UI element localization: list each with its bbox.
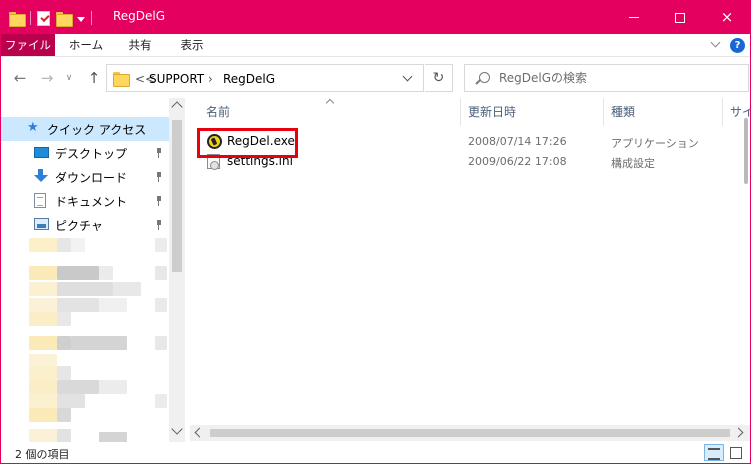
scroll-thumb[interactable] <box>744 118 748 184</box>
file-type: 構成設定 <box>611 157 655 170</box>
file-type: アプリケーション <box>611 137 699 150</box>
up-button[interactable]: ↑ <box>84 68 104 88</box>
column-header-date[interactable]: 更新日時 <box>468 98 516 126</box>
expand-ribbon-chevron-icon[interactable] <box>709 39 723 51</box>
scroll-right-icon[interactable] <box>733 427 744 438</box>
folder-icon <box>113 72 130 87</box>
tab-file[interactable]: ファイル <box>1 34 55 56</box>
close-button[interactable]: × <box>704 1 750 34</box>
tab-share[interactable]: 共有 <box>119 34 161 56</box>
back-button[interactable]: ← <box>10 68 30 88</box>
scroll-down-icon[interactable] <box>171 423 183 435</box>
forward-button[interactable]: → <box>37 68 57 88</box>
window-title: RegDelG <box>113 9 166 23</box>
search-icon <box>479 72 490 83</box>
explorer-window: RegDelG × ファイル ホーム 共有 表示 ? ← → ∨ ↑ << SU… <box>0 0 751 464</box>
pin-icon[interactable] <box>155 220 163 230</box>
pictures-icon <box>34 218 49 230</box>
quick-access-toolbar <box>9 9 92 27</box>
pin-icon[interactable] <box>155 196 163 206</box>
scroll-up-icon[interactable] <box>171 101 183 113</box>
nav-pane-scrollbar[interactable] <box>169 98 185 443</box>
help-icon[interactable]: ? <box>730 38 745 53</box>
file-list-scrollbar[interactable] <box>742 98 750 425</box>
nav-item-label: ピクチャ <box>55 219 103 233</box>
nav-quick-access[interactable]: ★ クイック アクセス <box>1 117 169 141</box>
scroll-thumb[interactable] <box>172 120 182 272</box>
highlight-annotation <box>197 128 298 158</box>
pin-icon[interactable] <box>155 148 163 158</box>
address-dropdown-chevron-icon[interactable] <box>402 73 412 83</box>
address-bar[interactable]: << SUPPORT › RegDelG <box>106 64 424 92</box>
minimize-button[interactable] <box>611 1 657 34</box>
horizontal-scrollbar[interactable] <box>190 425 750 441</box>
column-divider[interactable] <box>460 98 461 126</box>
breadcrumb-regdelg[interactable]: RegDelG <box>223 72 275 86</box>
download-icon <box>34 169 48 183</box>
ribbon-tabs: ファイル ホーム 共有 表示 ? <box>1 34 750 57</box>
details-view-icon[interactable] <box>704 444 724 461</box>
column-divider[interactable] <box>722 98 723 126</box>
sort-ascending-icon <box>326 98 334 106</box>
scroll-left-icon[interactable] <box>194 427 205 438</box>
nav-item-label: ダウンロード <box>55 171 128 185</box>
file-date: 2008/07/14 17:26 <box>468 135 567 148</box>
status-bar: 2 個の項目 <box>1 442 750 463</box>
breadcrumb-support[interactable]: SUPPORT <box>149 72 204 86</box>
item-count: 2 個の項目 <box>15 448 70 461</box>
maximize-button[interactable] <box>657 1 703 34</box>
folder-icon <box>9 11 26 27</box>
column-header-name[interactable]: 名前 <box>206 98 230 126</box>
scroll-thumb[interactable] <box>210 429 730 437</box>
pin-icon[interactable] <box>155 172 163 182</box>
document-icon <box>34 193 46 208</box>
nav-item-label: クイック アクセス <box>47 123 147 137</box>
nav-item-label: ドキュメント <box>55 195 128 209</box>
recent-locations-chevron-icon[interactable]: ∨ <box>62 68 76 88</box>
desktop-icon <box>34 147 49 158</box>
maximize-icon <box>675 12 685 23</box>
tab-home[interactable]: ホーム <box>63 34 109 56</box>
navigation-bar: ← → ∨ ↑ << SUPPORT › RegDelG ↻ <box>1 58 750 98</box>
breadcrumb-separator-icon[interactable]: › <box>208 72 213 86</box>
nav-item-pictures[interactable]: ピクチャ <box>1 213 169 237</box>
customize-toolbar-chevron-icon[interactable] <box>77 17 85 22</box>
file-date: 2009/06/22 17:08 <box>468 155 567 168</box>
column-divider[interactable] <box>603 98 604 126</box>
close-icon: × <box>720 8 734 26</box>
toolbar-divider <box>30 11 31 25</box>
search-input[interactable] <box>499 69 739 87</box>
column-header-type[interactable]: 種類 <box>611 98 635 126</box>
title-bar: RegDelG × <box>1 1 750 34</box>
toolbar-divider <box>91 11 92 25</box>
properties-icon[interactable] <box>37 10 50 26</box>
refresh-button[interactable]: ↻ <box>425 64 453 92</box>
tab-view[interactable]: 表示 <box>169 34 215 56</box>
nav-item-downloads[interactable]: ダウンロード <box>1 165 169 189</box>
navigation-pane: ★ クイック アクセス デスクトップ ダウンロード ドキュメント ピクチャ <box>1 98 185 443</box>
nav-item-label: デスクトップ <box>55 147 128 161</box>
new-folder-icon[interactable] <box>56 11 73 27</box>
nav-item-desktop[interactable]: デスクトップ <box>1 141 169 165</box>
minimize-icon <box>629 17 639 18</box>
star-icon: ★ <box>27 120 39 135</box>
large-icons-view-icon[interactable] <box>728 445 744 460</box>
search-box[interactable] <box>464 64 749 92</box>
nav-item-documents[interactable]: ドキュメント <box>1 189 169 213</box>
